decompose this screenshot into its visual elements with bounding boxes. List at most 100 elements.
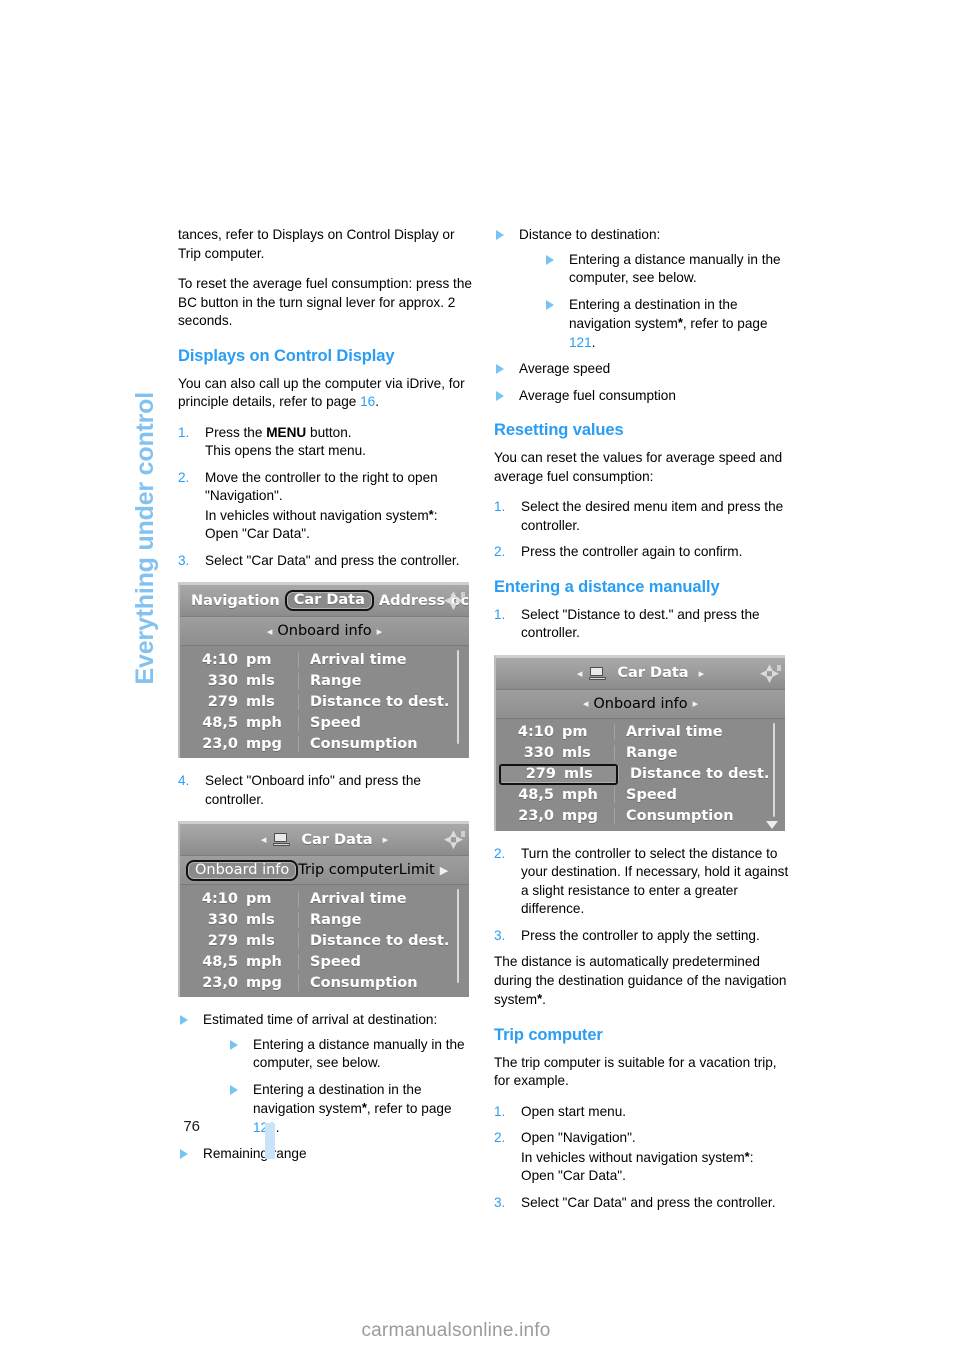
page-edge-marker (265, 1123, 275, 1159)
dpad-icon: ▲ ▼ ◀ ▶ (442, 829, 465, 851)
left-step-1-line2: This opens the start menu. (205, 443, 366, 458)
trip-step-1-text: Open start menu. (521, 1103, 627, 1119)
screen2-topbar-left-arrow-icon[interactable]: ◂ (256, 833, 272, 846)
screen2-row-5[interactable]: 23,0 mpg Consumption (180, 972, 469, 993)
more-right-icon[interactable]: ▶ (435, 864, 453, 877)
screen2-row-2[interactable]: 330 mls Range (180, 909, 469, 930)
screen2-row-3-label: Distance to dest. (298, 932, 469, 949)
right-bullet-1-text: Distance to destination: (519, 227, 661, 242)
left-bullets-nested: Entering a distance manually in the comp… (228, 1036, 478, 1138)
screen1-row-5-label: Consumption (298, 735, 469, 752)
screen1-subbar-left-arrow-icon[interactable]: ◂ (262, 625, 278, 638)
left-step-2-number: 2. (178, 469, 190, 485)
screen3-subbar-title[interactable]: Onboard info (593, 696, 687, 712)
screen2-row-1[interactable]: 4:10 pm Arrival time (180, 888, 469, 909)
screen3-row-4-label: Speed (614, 787, 785, 803)
right-paragraph-auto: The distance is automatically predetermi… (494, 953, 794, 1010)
screen2-row-1-value: 4:10 (201, 890, 238, 907)
manual-page: Everything under control tances, refer t… (0, 0, 960, 1358)
left-bullet-1-sub-2-period: . (275, 1119, 280, 1135)
entering-step-2-text: Turn the controller to select the distan… (521, 845, 789, 917)
bullet-triangle-icon (230, 1039, 238, 1050)
screen3-subbar: ◂ Onboard info ▸ (496, 689, 785, 719)
screen1-row-3-value: 279 (207, 693, 238, 710)
screen2-row-2-label: Range (298, 911, 469, 928)
right-column: Distance to destination: Entering a dist… (494, 226, 794, 1220)
left-steps-list: 1. Press the MENU button. This opens the… (178, 424, 478, 571)
screen1-row-2-unit: mls (246, 672, 275, 689)
screen1-row-2-label: Range (298, 672, 469, 689)
screen2-tab-trip-computer[interactable]: Trip computer (298, 862, 398, 878)
screen2-scrollbar[interactable] (451, 889, 461, 995)
screen1-row-2[interactable]: 330 mls Range (180, 670, 469, 691)
screen2-subbar: Onboard info Trip computer Limit ▶ (180, 856, 469, 885)
left-step-1-text-b: button. (306, 424, 352, 440)
screen3-subbar-left-arrow-icon[interactable]: ◂ (578, 697, 594, 710)
computer-icon (589, 666, 607, 680)
reset-step-2: 2. Press the controller again to confirm… (494, 543, 794, 562)
right-bullet-2: Average speed (494, 360, 794, 379)
left-step-4-text: Select "Onboard info" and press the cont… (205, 773, 421, 807)
screen3-topbar: ◂ Car Data ▸ ▲ ▼ ◀ ▶ (496, 657, 785, 690)
screen2-row-4-unit: mph (246, 953, 282, 970)
screen3-row-5[interactable]: 23,0 mpg Consumption (496, 806, 785, 827)
screen1-row-5[interactable]: 23,0 mpg Consumption (180, 733, 469, 754)
screen1-tab-navigation[interactable]: Navigation (186, 593, 285, 609)
trip-step-2-line3: Open "Car Data". (521, 1168, 626, 1183)
screen2-row-3[interactable]: 279 mls Distance to dest. (180, 930, 469, 951)
screen2-row-4[interactable]: 48,5 mph Speed (180, 951, 469, 972)
left-bullet-1: Estimated time of arrival at destination… (178, 1011, 478, 1137)
screen1-scrollbar[interactable] (451, 650, 461, 756)
right-bullet-1-sub-1-text: Entering a distance manually in the comp… (569, 251, 781, 286)
screen3-row-1[interactable]: 4:10 pm Arrival time (496, 722, 785, 743)
reset-step-2-number: 2. (494, 544, 506, 559)
screen3-row-2-unit: mls (562, 745, 591, 761)
entering-steps-list-1: 1. Select "Distance to dest." and press … (494, 606, 794, 643)
screen1-subbar-title[interactable]: Onboard info (277, 623, 371, 639)
screen2-tab-onboard-info-selected[interactable]: Onboard info (186, 859, 299, 881)
page-ref-121[interactable]: 121 (569, 335, 592, 350)
screen1-row-2-value: 330 (207, 672, 238, 689)
screen1-row-3[interactable]: 279 mls Distance to dest. (180, 691, 469, 712)
screen1-row-3-label: Distance to dest. (298, 693, 469, 710)
right-bullet-1: Distance to destination: Entering a dist… (494, 226, 794, 352)
page-ref-16[interactable]: 16 (360, 394, 375, 409)
screen1-subbar-right-arrow-icon[interactable]: ▸ (372, 625, 388, 638)
screen3-row-4[interactable]: 48,5 mph Speed (496, 785, 785, 806)
screen3-row-4-unit: mph (562, 787, 598, 803)
screen3-topbar-right-arrow-icon[interactable]: ▸ (694, 667, 710, 680)
screen1-tab-car-data-selected[interactable]: Car Data (284, 590, 374, 611)
left-bullet-2-text: Remaining range (203, 1146, 307, 1161)
screen3-topbar-left-arrow-icon[interactable]: ◂ (572, 667, 588, 680)
computer-icon (273, 833, 291, 846)
left-bullet-1-text: Estimated time of arrival at destination… (203, 1012, 438, 1027)
screen2-row-2-value: 330 (207, 911, 238, 928)
screen3-topbar-title[interactable]: Car Data (612, 665, 693, 681)
screen1-row-5-value: 23,0 (202, 735, 238, 752)
screen2-tab-limit[interactable]: Limit (399, 862, 435, 878)
screen2-row-1-label: Arrival time (298, 890, 469, 907)
screen2-row-4-value: 48,5 (202, 953, 238, 970)
trip-step-2-line2-a: In vehicles without navigation system (521, 1149, 745, 1165)
screen2-topbar-right-arrow-icon[interactable]: ▸ (378, 833, 394, 846)
bullet-triangle-icon (230, 1084, 238, 1095)
screen1-row-1[interactable]: 4:10 pm Arrival time (180, 649, 469, 670)
screen2-row-3-value: 279 (207, 932, 238, 949)
reset-step-1-number: 1. (494, 499, 506, 514)
left-paragraph-2: To reset the average fuel consumption: p… (178, 276, 472, 328)
screen3-row-2[interactable]: 330 mls Range (496, 743, 785, 764)
screen2-row-4-label: Speed (298, 953, 469, 970)
screen1-row-1-label: Arrival time (298, 651, 469, 668)
screen1-row-4[interactable]: 48,5 mph Speed (180, 712, 469, 733)
screen1-row-4-label: Speed (298, 714, 469, 731)
bullet-triangle-icon (180, 1015, 188, 1025)
screen3-scrollbar[interactable] (766, 722, 778, 829)
screen3-subbar-right-arrow-icon[interactable]: ▸ (688, 697, 704, 710)
left-step-4-number: 4. (178, 773, 190, 788)
trip-step-2-line2-b: : (749, 1149, 754, 1165)
screen3-row-3-selected[interactable]: 279 mls Distance to dest. (496, 763, 785, 785)
entering-step-1-number: 1. (494, 606, 506, 622)
reset-step-1-text: Select the desired menu item and press t… (521, 499, 784, 533)
reset-step-1: 1. Select the desired menu item and pres… (494, 498, 794, 535)
screen2-topbar-title[interactable]: Car Data (296, 832, 377, 848)
